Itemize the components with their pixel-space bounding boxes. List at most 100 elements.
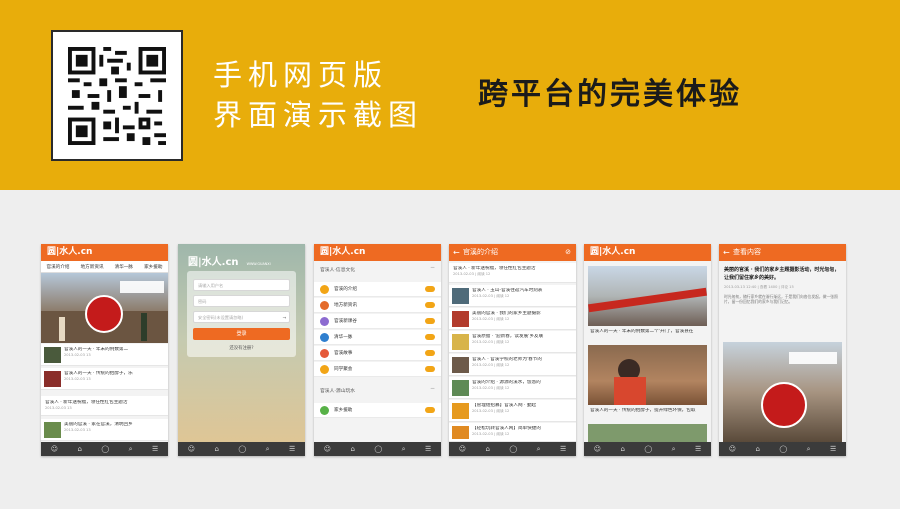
list-item[interactable]: 官溪人 · 官溪学校的老师为'春节的 2013-02-03 | 阅读 12: [449, 354, 576, 376]
list-item-meta: 2013-02-03 13: [64, 428, 91, 432]
username-field[interactable]: 请输入用户名: [193, 279, 290, 291]
album-photo[interactable]: [588, 345, 707, 405]
count-badge: [425, 366, 435, 372]
code-placeholder: 安全密码(未设置请忽略): [198, 315, 244, 320]
menu-item-label: 官溪新课谷: [334, 319, 357, 324]
home-icon[interactable]: ⌂: [755, 442, 759, 456]
chat-icon[interactable]: ◯: [101, 442, 109, 456]
user-icon[interactable]: ☺: [51, 442, 58, 456]
menu-item-label: 同学聚会: [334, 367, 353, 372]
list-item[interactable]: 【管理组招募】官溪人网 · 勤起 2013-02-03 | 阅读 12: [449, 400, 576, 422]
home-icon[interactable]: ⌂: [350, 442, 354, 456]
qr-code-icon: [68, 47, 166, 145]
article-photo[interactable]: [723, 342, 842, 442]
user-icon[interactable]: ☺: [324, 442, 331, 456]
menu-item-hometown[interactable]: 家乡援助: [314, 403, 441, 418]
menu-item-tsinghua[interactable]: 清华一脉: [314, 330, 441, 345]
collapse-icon[interactable]: −: [430, 385, 435, 392]
password-field[interactable]: 密码: [193, 295, 290, 307]
register-link[interactable]: 还没有注册?: [178, 345, 305, 351]
login-button[interactable]: 登录: [193, 328, 290, 340]
menu-icon[interactable]: ☰: [289, 442, 295, 456]
menu-item-news[interactable]: 地方新资讯: [314, 298, 441, 313]
search-icon[interactable]: ⌕: [266, 442, 270, 456]
hero-image[interactable]: [41, 273, 168, 343]
photo-caption: 官溪人的一天 · 传统的抬醇子，提升绿色环保，包取: [590, 408, 696, 413]
list-thumbnail: [452, 288, 469, 304]
home-icon[interactable]: ⌂: [485, 442, 489, 456]
menu-item-label: 官溪的介绍: [334, 287, 357, 292]
menu-item-label: 官溪故事: [334, 351, 353, 356]
tab-tsinghua[interactable]: 清华一脉: [115, 264, 133, 270]
tab-news[interactable]: 地方新资讯: [81, 264, 104, 270]
menu-item-intro[interactable]: 官溪的介绍: [314, 282, 441, 297]
list-item[interactable]: 官溪人的一天 · 传统的抬醇子，乐 2013-02-03 13: [41, 368, 168, 390]
list-item[interactable]: 官溪人 · 玉山-官溪往返汽车时刻表 2013-02-03 | 阅读 12: [449, 285, 576, 307]
list-item[interactable]: 美丽的官溪 · 家在官溪，清明回乡 2013-02-03 13: [41, 419, 168, 441]
list-item-meta: 2013-02-03 | 阅读 12: [472, 409, 510, 413]
list-item-meta: 2013-02-03 | 阅读 12: [472, 294, 510, 298]
search-icon[interactable]: ⌕: [807, 442, 811, 456]
user-icon[interactable]: ☺: [729, 442, 736, 456]
list-item[interactable]: 美丽的官溪 · 我们的家乡主题摄影 2013-02-03 | 阅读 12: [449, 308, 576, 330]
album-photo[interactable]: [588, 424, 707, 442]
user-icon[interactable]: ☺: [459, 442, 466, 456]
home-tabs: 官溪的介绍 地方新资讯 清华一脉 家乡援助: [41, 261, 168, 273]
list-item[interactable]: 官溪人的一天 · 年末的例数第二 2013-02-03 13: [41, 344, 168, 366]
list-item-meta: 2013-02-03 | 阅读 12: [453, 272, 491, 276]
list-item[interactable]: 官溪人 · 新年送祝福，领任性红包主题活 2013-02-03 | 阅读 12: [449, 263, 576, 283]
security-code-field[interactable]: 安全密码(未设置请忽略) →: [193, 311, 290, 323]
app-header: 圆|水人.cn: [41, 244, 168, 261]
list-item[interactable]: 官溪原腊 · '迎新春，读发展'乡友联 2013-02-03 | 阅读 12: [449, 331, 576, 353]
list-item-meta: 2013-02-03 | 阅读 12: [472, 363, 510, 367]
menu-item-stories[interactable]: 官溪故事: [314, 346, 441, 361]
menu-icon[interactable]: ☰: [830, 442, 836, 456]
phone-menu-screen: 圆|水人.cn 官溪人·信息文化 − 官溪的介绍 地方新资讯 官溪新课谷 清华一…: [314, 244, 441, 456]
list-item[interactable]: 官溪的介绍 · 源源的溪水，悠悠的 2013-02-03 | 阅读 12: [449, 377, 576, 399]
list-thumbnail: [44, 371, 61, 387]
chat-icon[interactable]: ◯: [374, 442, 382, 456]
page-title: 查看内容: [733, 248, 761, 256]
search-icon[interactable]: ⌕: [129, 442, 133, 456]
compass-icon[interactable]: ⊘: [565, 244, 571, 261]
count-badge: [425, 407, 435, 413]
user-icon[interactable]: ☺: [594, 442, 601, 456]
home-icon[interactable]: ⌂: [77, 442, 81, 456]
chat-icon[interactable]: ◯: [779, 442, 787, 456]
menu-item-reunion[interactable]: 同学聚会: [314, 362, 441, 377]
bottom-nav-bar: ☺ ⌂ ◯ ⌕ ☰: [314, 442, 441, 456]
site-logo[interactable]: 圆|水人.cn: [320, 247, 365, 257]
banner-tagline: 跨平台的完美体验: [478, 77, 742, 112]
banner-title-line2: 界面演示截图: [213, 98, 424, 132]
home-icon[interactable]: ⌂: [214, 442, 218, 456]
password-placeholder: 密码: [198, 299, 207, 304]
banner-title-line1: 手机网页版: [213, 58, 389, 92]
menu-item-courses[interactable]: 官溪新课谷: [314, 314, 441, 329]
site-logo[interactable]: 圆|水人.cn: [590, 247, 635, 257]
search-icon[interactable]: ⌕: [672, 442, 676, 456]
back-arrow-icon[interactable]: ←: [453, 244, 460, 261]
home-icon[interactable]: ⌂: [620, 442, 624, 456]
tab-hometown[interactable]: 家乡援助: [144, 264, 162, 270]
chat-icon[interactable]: ◯: [644, 442, 652, 456]
menu-icon[interactable]: ☰: [425, 442, 431, 456]
tab-intro[interactable]: 官溪的介绍: [47, 264, 70, 270]
menu-item-label: 清华一脉: [334, 335, 353, 340]
search-icon[interactable]: ⌕: [537, 442, 541, 456]
list-item[interactable]: 官溪人 · 新年送祝福，领任性红包主题活 2013-02-03 13: [41, 396, 168, 416]
menu-icon[interactable]: ☰: [560, 442, 566, 456]
user-icon[interactable]: ☺: [188, 442, 195, 456]
back-arrow-icon[interactable]: ←: [723, 244, 730, 261]
chat-icon[interactable]: ◯: [238, 442, 246, 456]
site-logo[interactable]: 圆|水人.cn: [47, 247, 92, 257]
chat-icon[interactable]: ◯: [509, 442, 517, 456]
app-header: 圆|水人.cn: [314, 244, 441, 261]
album-photo[interactable]: [588, 266, 707, 326]
phone-album-screen: 圆|水人.cn 官溪人的一天 · 年末的例数第二个'开门'，官溪县在 官溪人的一…: [584, 244, 711, 456]
menu-icon[interactable]: ☰: [152, 442, 158, 456]
menu-icon[interactable]: ☰: [695, 442, 701, 456]
collapse-icon[interactable]: −: [430, 264, 435, 271]
page-title: 官溪的介绍: [463, 248, 498, 256]
search-icon[interactable]: ⌕: [402, 442, 406, 456]
list-item[interactable]: 【轻松玩转官溪人网】简单快捷的 2013-02-03 | 阅读 12: [449, 423, 576, 442]
